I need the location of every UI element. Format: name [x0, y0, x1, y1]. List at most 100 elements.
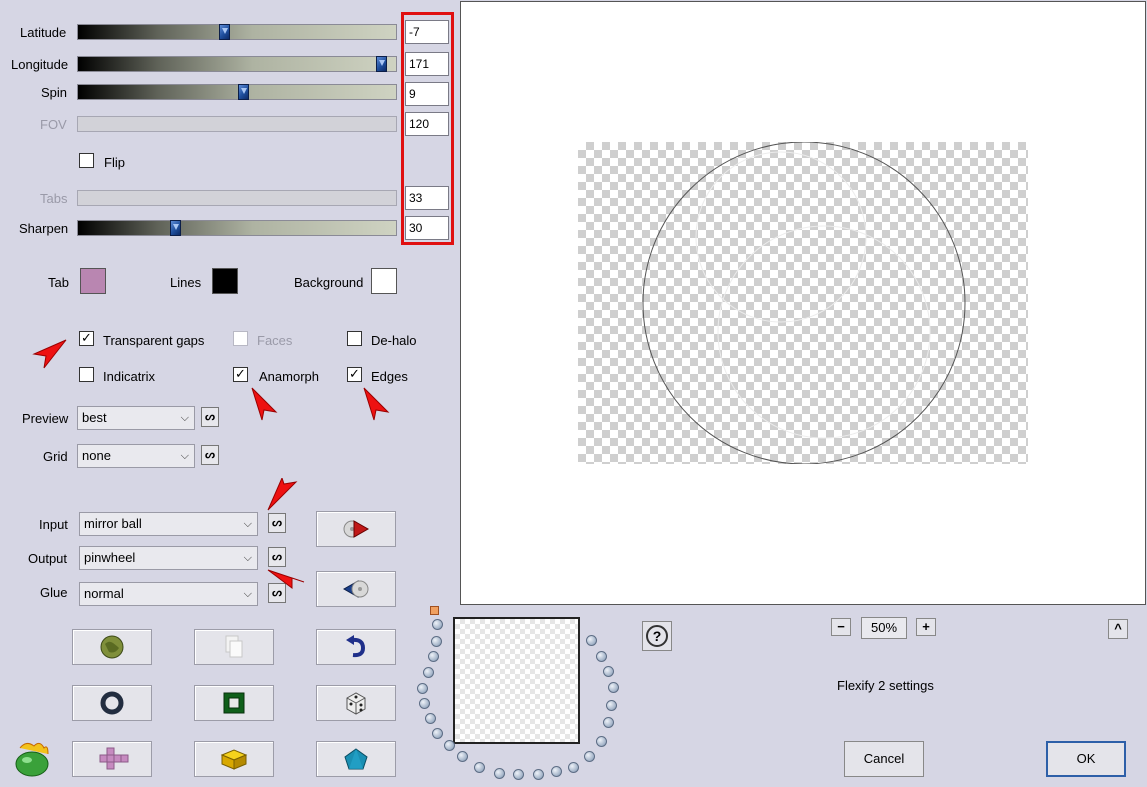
- sharpen-slider-thumb[interactable]: [170, 220, 181, 236]
- fov-label: FOV: [40, 117, 67, 132]
- spin-slider[interactable]: [77, 84, 397, 100]
- navigator-dot[interactable]: [494, 768, 505, 779]
- copy-button[interactable]: [194, 629, 274, 665]
- backward-disc-icon: [342, 580, 369, 598]
- navigator-dot[interactable]: [457, 751, 468, 762]
- navigator-dot[interactable]: [432, 619, 443, 630]
- edges-checkbox[interactable]: ✓: [347, 367, 362, 382]
- navigator-dot[interactable]: [432, 728, 443, 739]
- cancel-button[interactable]: Cancel: [844, 741, 924, 777]
- faces-checkbox[interactable]: [233, 331, 248, 346]
- navigator-dot[interactable]: [568, 762, 579, 773]
- chevron-up-icon: ^: [1114, 621, 1122, 636]
- ok-button[interactable]: OK: [1046, 741, 1126, 777]
- lines-color-swatch[interactable]: [212, 268, 238, 294]
- navigator-dot[interactable]: [417, 683, 428, 694]
- undo-icon: [346, 635, 366, 658]
- navigator-handle-icon[interactable]: [430, 606, 439, 615]
- ring-button[interactable]: [72, 685, 152, 721]
- next-projection-button[interactable]: [316, 511, 396, 547]
- help-button[interactable]: ?: [642, 621, 672, 651]
- preview-reset-button[interactable]: ᔕ: [201, 407, 219, 427]
- arrow-pointer-icon: [267, 478, 298, 511]
- globe-button[interactable]: [72, 629, 152, 665]
- cube-button[interactable]: [194, 741, 274, 777]
- navigator-dot[interactable]: [608, 682, 619, 693]
- transparent-gaps-label: Transparent gaps: [103, 333, 205, 348]
- previous-projection-button[interactable]: [316, 571, 396, 607]
- longitude-slider-thumb[interactable]: [376, 56, 387, 72]
- preview-canvas[interactable]: [460, 1, 1146, 605]
- navigator-dot[interactable]: [551, 766, 562, 777]
- background-color-swatch[interactable]: [371, 268, 397, 294]
- cross-net-button[interactable]: [72, 741, 152, 777]
- help-icon: ?: [646, 625, 668, 647]
- navigator-dot[interactable]: [606, 700, 617, 711]
- grid-reset-button[interactable]: ᔕ: [201, 445, 219, 465]
- preview-label: Preview: [22, 411, 69, 426]
- zoom-level-field[interactable]: 50%: [861, 617, 907, 639]
- cross-net-icon: [99, 747, 129, 770]
- polyhedron-button[interactable]: [316, 741, 396, 777]
- indicatrix-checkbox[interactable]: [79, 367, 94, 382]
- sharpen-slider[interactable]: [77, 220, 397, 236]
- output-select[interactable]: pinwheel ⌵: [79, 546, 258, 570]
- latitude-slider-thumb[interactable]: [219, 24, 230, 40]
- output-label: Output: [28, 551, 68, 566]
- tabs-label: Tabs: [40, 191, 68, 206]
- navigator-dot[interactable]: [419, 698, 430, 709]
- flip-checkbox[interactable]: [79, 153, 94, 168]
- navigator-dot[interactable]: [533, 769, 544, 780]
- navigator-dot[interactable]: [423, 667, 434, 678]
- anamorph-label: Anamorph: [259, 369, 319, 384]
- input-select-value: mirror ball: [84, 516, 142, 531]
- dice-icon: [346, 692, 366, 715]
- forward-disc-icon: [343, 520, 370, 538]
- tabs-slider[interactable]: [77, 190, 397, 206]
- frame-icon: [223, 692, 245, 714]
- latitude-slider[interactable]: [77, 24, 397, 40]
- transparent-gaps-checkbox[interactable]: ✓: [79, 331, 94, 346]
- glue-select-value: normal: [84, 586, 124, 601]
- de-halo-checkbox[interactable]: [347, 331, 362, 346]
- tab-color-swatch[interactable]: [80, 268, 106, 294]
- navigator-dot[interactable]: [513, 769, 524, 780]
- output-reset-button[interactable]: ᔕ: [268, 547, 286, 567]
- input-select[interactable]: mirror ball ⌵: [79, 512, 258, 536]
- anamorph-checkbox[interactable]: ✓: [233, 367, 248, 382]
- flip-label: Flip: [104, 155, 125, 170]
- fov-slider[interactable]: [77, 116, 397, 132]
- navigator-thumbnail[interactable]: [453, 617, 580, 744]
- collapse-button[interactable]: ^: [1108, 619, 1128, 639]
- tab-color-label: Tab: [48, 275, 69, 290]
- navigator-dot[interactable]: [444, 740, 455, 751]
- navigator-dot[interactable]: [428, 651, 439, 662]
- navigator-dot[interactable]: [431, 636, 442, 647]
- globe-icon: [100, 635, 124, 659]
- navigator-dot[interactable]: [425, 713, 436, 724]
- glue-label: Glue: [40, 585, 68, 600]
- input-reset-button[interactable]: ᔕ: [268, 513, 286, 533]
- navigator-dot[interactable]: [603, 666, 614, 677]
- glue-select[interactable]: normal ⌵: [79, 582, 258, 606]
- latitude-label: Latitude: [20, 25, 67, 40]
- navigator-dot[interactable]: [474, 762, 485, 773]
- chevron-down-icon: ⌵: [180, 412, 189, 424]
- mirror-ball-outline: [642, 141, 966, 465]
- preview-select[interactable]: best ⌵: [77, 406, 195, 430]
- navigator-dot[interactable]: [603, 717, 614, 728]
- spin-slider-thumb[interactable]: [238, 84, 249, 100]
- frame-button[interactable]: [194, 685, 274, 721]
- grid-select[interactable]: none ⌵: [77, 444, 195, 468]
- navigator-dot[interactable]: [596, 651, 607, 662]
- navigator-dot[interactable]: [586, 635, 597, 646]
- chevron-down-icon: ⌵: [180, 450, 189, 462]
- navigator-dot[interactable]: [584, 751, 595, 762]
- undo-button[interactable]: [316, 629, 396, 665]
- navigator-dot[interactable]: [596, 736, 607, 747]
- longitude-slider[interactable]: [77, 56, 397, 72]
- zoom-in-button[interactable]: +: [916, 618, 936, 636]
- spin-label: Spin: [41, 85, 68, 100]
- random-button[interactable]: [316, 685, 396, 721]
- zoom-out-button[interactable]: −: [831, 618, 851, 636]
